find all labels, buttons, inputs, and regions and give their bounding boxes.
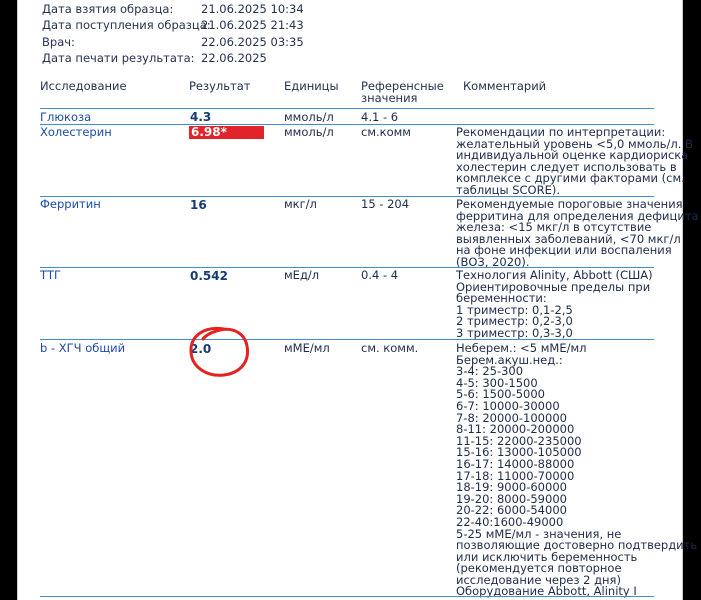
lab-report-sheet: Дата взятия образца: 21.06.2025 10:34 Да… (18, 0, 699, 600)
reference-bhcg: см. комм. (361, 341, 419, 355)
units-ferritin: мкг/л (284, 197, 317, 211)
reference-ferritin: 15 - 204 (361, 197, 410, 211)
column-header-result: Результат (189, 79, 251, 93)
meta-value: 22.06.2025 (201, 51, 267, 65)
column-header-units: Единицы (284, 79, 339, 93)
units-glucose: ммоль/л (284, 110, 334, 124)
meta-label: Врач: (42, 35, 75, 49)
reference-tsh: 0.4 - 4 (361, 268, 399, 282)
units-bhcg: мМЕ/мл (284, 341, 330, 355)
comment-bhcg: Неберем.: <5 мМЕ/мл Берем.акуш.нед.: 3-4… (456, 341, 698, 599)
meta-label: Дата поступления образца: (42, 18, 211, 32)
result-cholesterol: 6.98* (191, 125, 227, 139)
row-divider (40, 108, 654, 109)
test-name-glucose: Глюкоза (40, 110, 92, 124)
row-divider (40, 339, 654, 340)
test-name-cholesterol: Холестерин (40, 125, 112, 139)
test-name-ferritin: Ферритин (40, 197, 101, 211)
test-name-bhcg: b - ХГЧ общий (40, 341, 126, 355)
screenshot-frame: Дата взятия образца: 21.06.2025 10:34 Да… (0, 0, 701, 600)
column-header-comment: Комментарий (463, 79, 547, 93)
row-divider (40, 596, 654, 597)
hand-drawn-circle-annotation (189, 326, 250, 377)
meta-label: Дата печати результата: (42, 51, 195, 65)
comment-tsh: Технология Alinity, Abbott (США) Ориенти… (456, 268, 653, 340)
test-name-tsh: ТТГ (40, 268, 62, 282)
units-cholesterol: ммоль/л (284, 125, 334, 139)
column-header-study: Исследование (40, 79, 127, 93)
reference-cholesterol: см.комм (361, 125, 411, 139)
result-ferritin: 16 (190, 198, 207, 212)
comment-ferritin: Рекомендуемые пороговые значения феррити… (456, 197, 699, 269)
meta-label: Дата взятия образца: (42, 2, 174, 16)
meta-value: 21.06.2025 10:34 (201, 2, 304, 16)
column-header-reference: Референсные значения (361, 80, 444, 104)
comment-cholesterol: Рекомендации по интерпретации: желательн… (456, 125, 693, 197)
result-glucose: 4.3 (190, 110, 212, 124)
result-tsh: 0.542 (190, 269, 228, 283)
meta-value: 21.06.2025 21:43 (201, 18, 304, 32)
units-tsh: мЕд/л (284, 268, 320, 282)
reference-glucose: 4.1 - 6 (361, 110, 399, 124)
reference-header-line2: значения (361, 91, 418, 105)
meta-value: 22.06.2025 03:35 (201, 35, 304, 49)
